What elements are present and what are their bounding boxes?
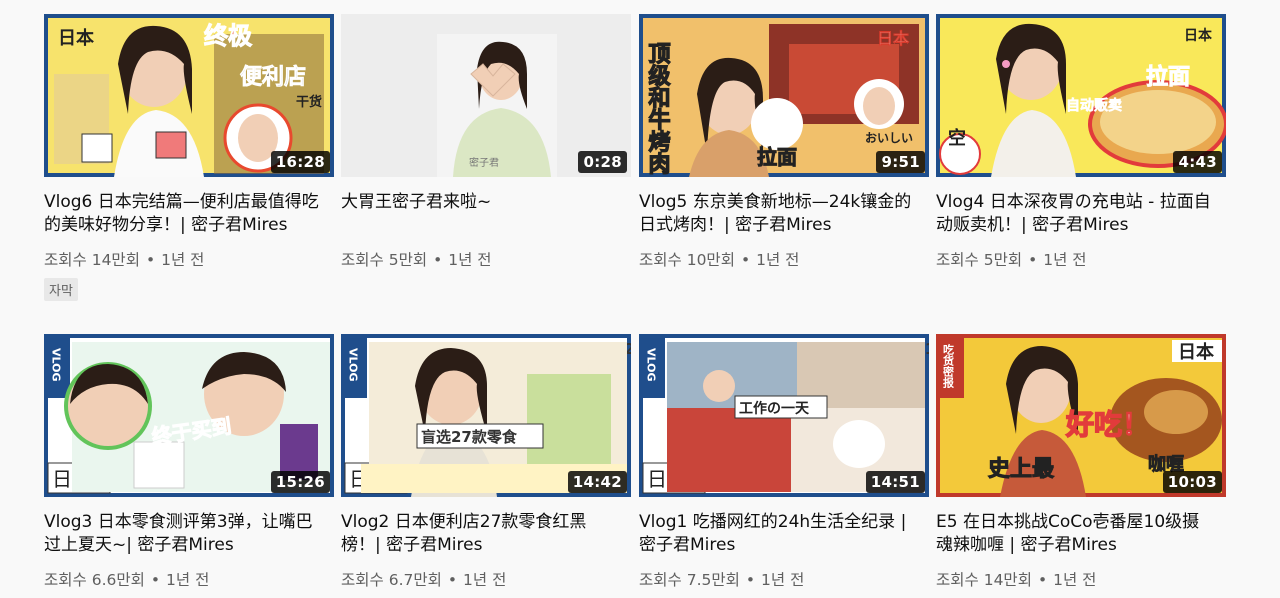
svg-text:日本: 日本 xyxy=(1178,341,1214,363)
svg-text:终极: 终极 xyxy=(204,22,252,50)
meta-separator: • xyxy=(1037,571,1048,589)
svg-text:史上最: 史上最 xyxy=(988,457,1055,482)
upload-age: 1년 전 xyxy=(1053,571,1097,589)
view-count: 조회수 6.7만회 xyxy=(341,571,442,589)
video-meta: 조회수 7.5만회 • 1년 전 xyxy=(639,568,804,590)
video-thumbnail[interactable]: 吃货密报 日本 好吃！ 史上最 咖喱 10:03 xyxy=(936,334,1226,497)
video-title[interactable]: 大胃王密子君来啦~ xyxy=(341,191,616,214)
svg-text:日本: 日本 xyxy=(58,27,94,49)
video-thumbnail[interactable]: VLOG VLOG 01 日本 工作の一天 14:51 xyxy=(639,334,929,497)
video-duration: 4:43 xyxy=(1173,151,1222,173)
svg-text:拉面: 拉面 xyxy=(1146,64,1190,90)
video-meta: 조회수 5만회 • 1년 전 xyxy=(936,248,1087,270)
video-duration: 14:51 xyxy=(865,471,925,493)
video-title[interactable]: Vlog6 日本完结篇—便利店最值得吃的美味好物分享！| 密子君Mires xyxy=(44,191,319,237)
video-title[interactable]: E5 在日本挑战CoCo壱番屋10级摄魂辣咖喱 | 密子君Mires xyxy=(936,511,1211,557)
svg-text:密子君: 密子君 xyxy=(469,156,499,169)
view-count: 조회수 5만회 xyxy=(936,251,1023,269)
video-title[interactable]: Vlog1 吃播网红的24h生活全纪录 | 密子君Mires xyxy=(639,511,914,557)
svg-text:日本: 日本 xyxy=(1184,27,1213,44)
svg-text:工作の一天: 工作の一天 xyxy=(739,400,810,417)
svg-text:干货: 干货 xyxy=(296,94,322,110)
view-count: 조회수 14만회 xyxy=(936,571,1032,589)
svg-text:おいしい: おいしい xyxy=(865,131,913,145)
video-meta: 조회수 6.6만회 • 1년 전 xyxy=(44,568,209,590)
view-count: 조회수 5만회 xyxy=(341,251,428,269)
view-count: 조회수 7.5만회 xyxy=(639,571,740,589)
svg-text:顶级和牛烤肉: 顶级和牛烤肉 xyxy=(645,42,671,175)
meta-separator: • xyxy=(145,251,156,269)
video-thumbnail[interactable]: 日本 自动贩卖 拉面 空 4:43 xyxy=(936,14,1226,177)
upload-age: 1년 전 xyxy=(463,571,507,589)
svg-text:自动贩卖: 自动贩卖 xyxy=(1066,97,1122,114)
meta-separator: • xyxy=(447,571,458,589)
video-duration: 16:28 xyxy=(270,151,330,173)
subtitles-badge: 자막 xyxy=(44,278,78,301)
meta-separator: • xyxy=(740,251,751,269)
svg-text:吃货密报: 吃货密报 xyxy=(942,343,956,389)
svg-text:好吃！: 好吃！ xyxy=(1065,408,1150,441)
video-thumbnail[interactable]: 日本 终极 便利店 干货 16:28 xyxy=(44,14,334,177)
video-meta: 조회수 5만회 • 1년 전 xyxy=(341,248,492,270)
meta-separator: • xyxy=(433,251,443,269)
svg-text:日本: 日本 xyxy=(877,29,909,48)
video-title[interactable]: Vlog5 东京美食新地标—24k镶金的日式烤肉！| 密子君Mires xyxy=(639,191,914,237)
video-duration: 9:51 xyxy=(876,151,925,173)
svg-text:盲选27款零食: 盲选27款零食 xyxy=(421,428,518,446)
upload-age: 1년 전 xyxy=(161,251,205,269)
svg-text:拉面: 拉面 xyxy=(757,145,797,169)
video-thumbnail[interactable]: VLOG VLOG 03 日本 终于买到 15:26 xyxy=(44,334,334,497)
upload-age: 1년 전 xyxy=(166,571,210,589)
meta-separator: • xyxy=(745,571,756,589)
meta-separator: • xyxy=(150,571,161,589)
video-duration: 0:28 xyxy=(578,151,627,173)
video-meta: 조회수 14만회 • 1년 전 xyxy=(936,568,1096,590)
svg-text:VLOG: VLOG xyxy=(50,348,63,382)
video-duration: 14:42 xyxy=(567,471,627,493)
video-duration: 15:26 xyxy=(270,471,330,493)
meta-separator: • xyxy=(1028,251,1038,269)
video-meta: 조회수 14만회 • 1년 전 xyxy=(44,248,204,270)
svg-text:VLOG: VLOG xyxy=(645,348,658,382)
video-thumbnail[interactable]: 顶级和牛烤肉 日本 拉面 おいしい 9:51 xyxy=(639,14,929,177)
view-count: 조회수 10만회 xyxy=(639,251,735,269)
upload-age: 1년 전 xyxy=(1043,251,1087,269)
view-count: 조회수 14만회 xyxy=(44,251,140,269)
video-thumbnail[interactable]: 密子君 0:28 xyxy=(341,14,631,177)
video-meta: 조회수 6.7만회 • 1년 전 xyxy=(341,568,506,590)
video-duration: 10:03 xyxy=(1162,471,1222,493)
video-title[interactable]: Vlog3 日本零食测评第3弹，让嘴巴过上夏天~| 密子君Mires xyxy=(44,511,319,557)
video-title[interactable]: Vlog2 日本便利店27款零食红黑榜！| 密子君Mires xyxy=(341,511,616,557)
svg-text:空: 空 xyxy=(948,127,966,149)
upload-age: 1년 전 xyxy=(756,251,800,269)
view-count: 조회수 6.6만회 xyxy=(44,571,145,589)
upload-age: 1년 전 xyxy=(448,251,492,269)
video-meta: 조회수 10만회 • 1년 전 xyxy=(639,248,799,270)
upload-age: 1년 전 xyxy=(761,571,805,589)
svg-text:便利店: 便利店 xyxy=(240,65,306,90)
video-thumbnail[interactable]: VLOG VLOG 02 日本 盲选27款零食 14:42 xyxy=(341,334,631,497)
video-title[interactable]: Vlog4 日本深夜胃の充电站 - 拉面自动贩卖机！| 密子君Mires xyxy=(936,191,1211,237)
svg-text:VLOG: VLOG xyxy=(347,348,360,382)
